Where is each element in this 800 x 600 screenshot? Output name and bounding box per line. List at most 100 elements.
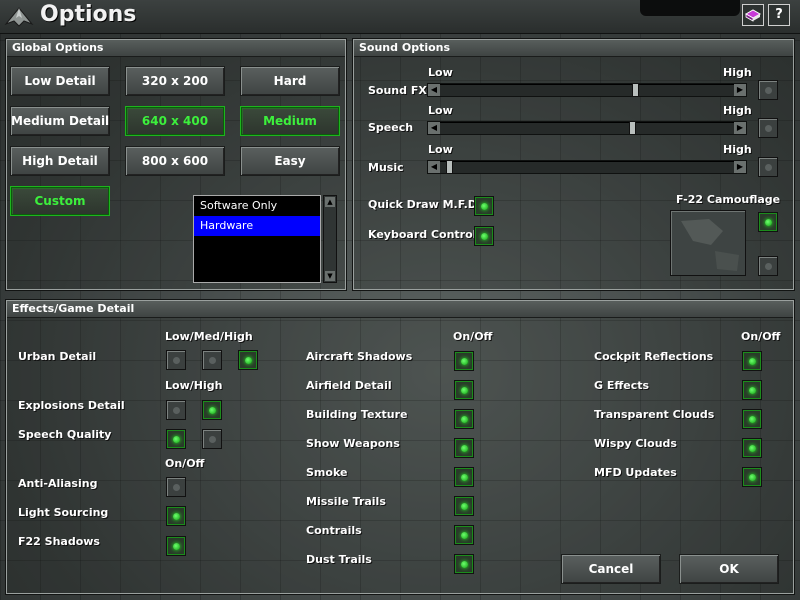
music-label: Music xyxy=(368,161,404,174)
sound-fx-slider-thumb[interactable] xyxy=(632,83,640,97)
medium-detail-button[interactable]: Medium Detail xyxy=(10,106,110,136)
speech-quality-label: Speech Quality xyxy=(18,428,112,441)
contrails-label: Contrails xyxy=(306,524,362,537)
explosions-detail-low-toggle[interactable] xyxy=(166,400,186,420)
music-high-label: High xyxy=(723,143,752,156)
light-sourcing-label: Light Sourcing xyxy=(18,506,109,519)
resolution-800-button[interactable]: 800 x 600 xyxy=(125,146,225,176)
building-texture-toggle[interactable] xyxy=(454,409,474,429)
global-options-heading: Global Options xyxy=(7,40,345,57)
slider-left-arrow-icon[interactable]: ◀ xyxy=(428,122,440,134)
speech-low-label: Low xyxy=(428,104,453,117)
col2-on-off-header: On/Off xyxy=(453,330,493,343)
contrails-toggle[interactable] xyxy=(454,525,474,545)
urban-detail-low-toggle[interactable] xyxy=(166,350,186,370)
urban-detail-high-toggle[interactable] xyxy=(238,350,258,370)
high-detail-button[interactable]: High Detail xyxy=(10,146,110,176)
sound-fx-mute-toggle[interactable] xyxy=(758,80,778,100)
missile-trails-label: Missile Trails xyxy=(306,495,386,508)
slider-left-arrow-icon[interactable]: ◀ xyxy=(428,84,440,96)
sound-options-heading: Sound Options xyxy=(354,40,793,57)
building-texture-label: Building Texture xyxy=(306,408,408,421)
smoke-toggle[interactable] xyxy=(454,467,474,487)
g-effects-toggle[interactable] xyxy=(742,380,762,400)
airfield-detail-toggle[interactable] xyxy=(454,380,474,400)
renderer-option-software[interactable]: Software Only xyxy=(194,196,320,216)
renderer-list[interactable]: Software Only Hardware xyxy=(193,195,321,283)
aircraft-shadows-toggle[interactable] xyxy=(454,351,474,371)
camouflage-cycle-button[interactable] xyxy=(758,256,778,276)
low-detail-button[interactable]: Low Detail xyxy=(10,66,110,96)
keyboard-control-label: Keyboard Control xyxy=(368,228,477,241)
custom-detail-button[interactable]: Custom xyxy=(10,186,110,216)
mfd-updates-toggle[interactable] xyxy=(742,467,762,487)
music-low-label: Low xyxy=(428,143,453,156)
anti-aliasing-toggle[interactable] xyxy=(166,477,186,497)
wispy-clouds-toggle[interactable] xyxy=(742,438,762,458)
low-high-header: Low/High xyxy=(165,379,223,392)
speech-slider-thumb[interactable] xyxy=(629,121,637,135)
quick-draw-mfd-label: Quick Draw M.F.D xyxy=(368,198,477,211)
anti-aliasing-label: Anti-Aliasing xyxy=(18,477,98,490)
book-icon[interactable] xyxy=(742,4,764,26)
g-effects-label: G Effects xyxy=(594,379,650,392)
cockpit-reflections-toggle[interactable] xyxy=(742,351,762,371)
sound-fx-low-label: Low xyxy=(428,66,453,79)
show-weapons-label: Show Weapons xyxy=(306,437,400,450)
f22-shadows-toggle[interactable] xyxy=(166,536,186,556)
scroll-up-icon[interactable]: ▲ xyxy=(325,197,335,207)
difficulty-easy-button[interactable]: Easy xyxy=(240,146,340,176)
music-slider-thumb[interactable] xyxy=(445,160,453,174)
low-med-high-header: Low/Med/High xyxy=(165,330,253,343)
explosions-detail-high-toggle[interactable] xyxy=(202,400,222,420)
speech-quality-low-toggle[interactable] xyxy=(166,429,186,449)
cockpit-reflections-label: Cockpit Reflections xyxy=(594,350,714,363)
slider-left-arrow-icon[interactable]: ◀ xyxy=(428,161,440,173)
col1-on-off-header: On/Off xyxy=(165,457,205,470)
quick-draw-mfd-toggle[interactable] xyxy=(474,196,494,216)
title-decoration xyxy=(640,0,740,16)
airfield-detail-label: Airfield Detail xyxy=(306,379,392,392)
urban-detail-med-toggle[interactable] xyxy=(202,350,222,370)
keyboard-control-toggle[interactable] xyxy=(474,226,494,246)
renderer-list-scrollbar[interactable]: ▲ ▼ xyxy=(323,195,337,283)
speech-slider[interactable]: ◀ ▶ xyxy=(427,121,747,135)
sound-fx-slider[interactable]: ◀ ▶ xyxy=(427,83,747,97)
transparent-clouds-toggle[interactable] xyxy=(742,409,762,429)
music-slider[interactable]: ◀ ▶ xyxy=(427,160,747,174)
dust-trails-label: Dust Trails xyxy=(306,553,372,566)
speech-mute-toggle[interactable] xyxy=(758,118,778,138)
resolution-320-button[interactable]: 320 x 200 xyxy=(125,66,225,96)
scroll-down-icon[interactable]: ▼ xyxy=(325,271,335,281)
urban-detail-label: Urban Detail xyxy=(18,350,97,363)
smoke-label: Smoke xyxy=(306,466,348,479)
speech-quality-high-toggle[interactable] xyxy=(202,429,222,449)
aircraft-shadows-label: Aircraft Shadows xyxy=(306,350,413,363)
resolution-640-button[interactable]: 640 x 400 xyxy=(125,106,225,136)
explosions-detail-label: Explosions Detail xyxy=(18,399,125,412)
slider-right-arrow-icon[interactable]: ▶ xyxy=(734,84,746,96)
cancel-button[interactable]: Cancel xyxy=(561,554,661,584)
ok-button[interactable]: OK xyxy=(679,554,779,584)
jet-logo-icon xyxy=(4,7,34,27)
show-weapons-toggle[interactable] xyxy=(454,438,474,458)
speech-label: Speech xyxy=(368,121,414,134)
help-button[interactable]: ? xyxy=(768,4,790,26)
music-mute-toggle[interactable] xyxy=(758,157,778,177)
slider-right-arrow-icon[interactable]: ▶ xyxy=(734,122,746,134)
camouflage-preview xyxy=(670,210,746,276)
transparent-clouds-label: Transparent Clouds xyxy=(594,408,715,421)
difficulty-hard-button[interactable]: Hard xyxy=(240,66,340,96)
difficulty-medium-button[interactable]: Medium xyxy=(240,106,340,136)
f22-shadows-label: F22 Shadows xyxy=(18,535,100,548)
missile-trails-toggle[interactable] xyxy=(454,496,474,516)
renderer-option-hardware[interactable]: Hardware xyxy=(194,216,320,236)
camouflage-toggle[interactable] xyxy=(758,212,778,232)
sound-fx-high-label: High xyxy=(723,66,752,79)
effects-heading: Effects/Game Detail xyxy=(7,301,793,318)
slider-right-arrow-icon[interactable]: ▶ xyxy=(734,161,746,173)
speech-high-label: High xyxy=(723,104,752,117)
dust-trails-toggle[interactable] xyxy=(454,554,474,574)
light-sourcing-toggle[interactable] xyxy=(166,506,186,526)
sound-fx-label: Sound FX xyxy=(368,84,427,97)
